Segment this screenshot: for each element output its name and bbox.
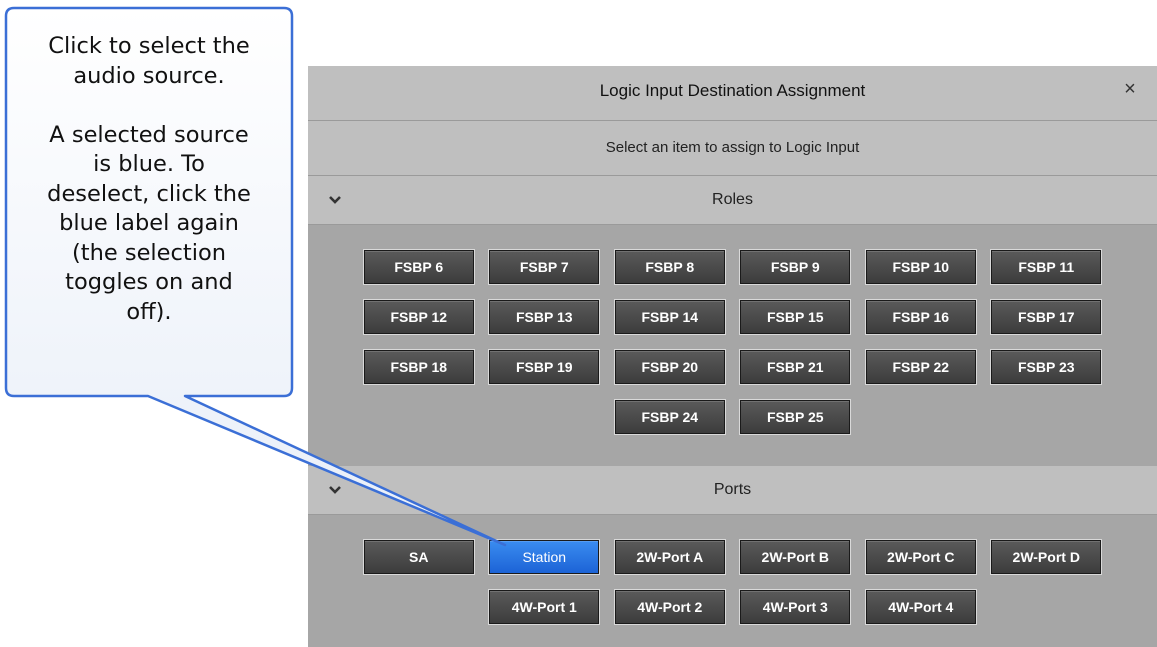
roles-button[interactable]: FSBP 23 bbox=[990, 349, 1103, 385]
roles-button[interactable]: FSBP 20 bbox=[613, 349, 726, 385]
ports-button[interactable]: 4W-Port 4 bbox=[864, 589, 977, 625]
section-header-roles[interactable]: Roles bbox=[308, 176, 1157, 225]
roles-button[interactable]: FSBP 10 bbox=[864, 249, 977, 285]
ports-button[interactable]: Station bbox=[488, 539, 601, 575]
ports-button[interactable]: 4W-Port 2 bbox=[613, 589, 726, 625]
roles-button[interactable]: FSBP 9 bbox=[739, 249, 852, 285]
dialog-title: Logic Input Destination Assignment bbox=[599, 81, 866, 100]
roles-button[interactable]: FSBP 19 bbox=[488, 349, 601, 385]
dialog-subtitle: Select an item to assign to Logic Input bbox=[605, 139, 860, 156]
roles-button[interactable]: FSBP 8 bbox=[613, 249, 726, 285]
section-header-ports[interactable]: Ports bbox=[308, 466, 1157, 515]
ports-button[interactable]: SA bbox=[362, 539, 475, 575]
ports-button[interactable]: 4W-Port 3 bbox=[739, 589, 852, 625]
dialog-titlebar: Logic Input Destination Assignment × bbox=[308, 66, 1157, 121]
roles-button[interactable]: FSBP 21 bbox=[739, 349, 852, 385]
roles-button[interactable]: FSBP 25 bbox=[739, 399, 852, 435]
roles-button[interactable]: FSBP 15 bbox=[739, 299, 852, 335]
roles-button[interactable]: FSBP 14 bbox=[613, 299, 726, 335]
logic-input-dialog: Logic Input Destination Assignment × Sel… bbox=[308, 66, 1157, 647]
roles-button[interactable]: FSBP 18 bbox=[362, 349, 475, 385]
roles-button[interactable]: FSBP 17 bbox=[990, 299, 1103, 335]
roles-button[interactable]: FSBP 13 bbox=[488, 299, 601, 335]
ports-button[interactable]: 2W-Port C bbox=[864, 539, 977, 575]
roles-button[interactable]: FSBP 6 bbox=[362, 249, 475, 285]
ports-button[interactable]: 4W-Port 1 bbox=[488, 589, 601, 625]
roles-button[interactable]: FSBP 24 bbox=[613, 399, 726, 435]
roles-button[interactable]: FSBP 11 bbox=[990, 249, 1103, 285]
ports-button[interactable]: 2W-Port D bbox=[990, 539, 1103, 575]
roles-button[interactable]: FSBP 7 bbox=[488, 249, 601, 285]
section-label-roles: Roles bbox=[712, 191, 753, 208]
ports-button[interactable]: 2W-Port B bbox=[739, 539, 852, 575]
roles-button[interactable]: FSBP 12 bbox=[362, 299, 475, 335]
section-label-ports: Ports bbox=[713, 481, 752, 498]
ports-button[interactable]: 2W-Port A bbox=[613, 539, 726, 575]
roles-button[interactable]: FSBP 16 bbox=[864, 299, 977, 335]
roles-button[interactable]: FSBP 22 bbox=[864, 349, 977, 385]
callout-text: Click to select the audio source. A sele… bbox=[47, 33, 251, 325]
close-icon[interactable]: × bbox=[1119, 76, 1141, 102]
subtitle-bar: Select an item to assign to Logic Input bbox=[308, 121, 1157, 176]
